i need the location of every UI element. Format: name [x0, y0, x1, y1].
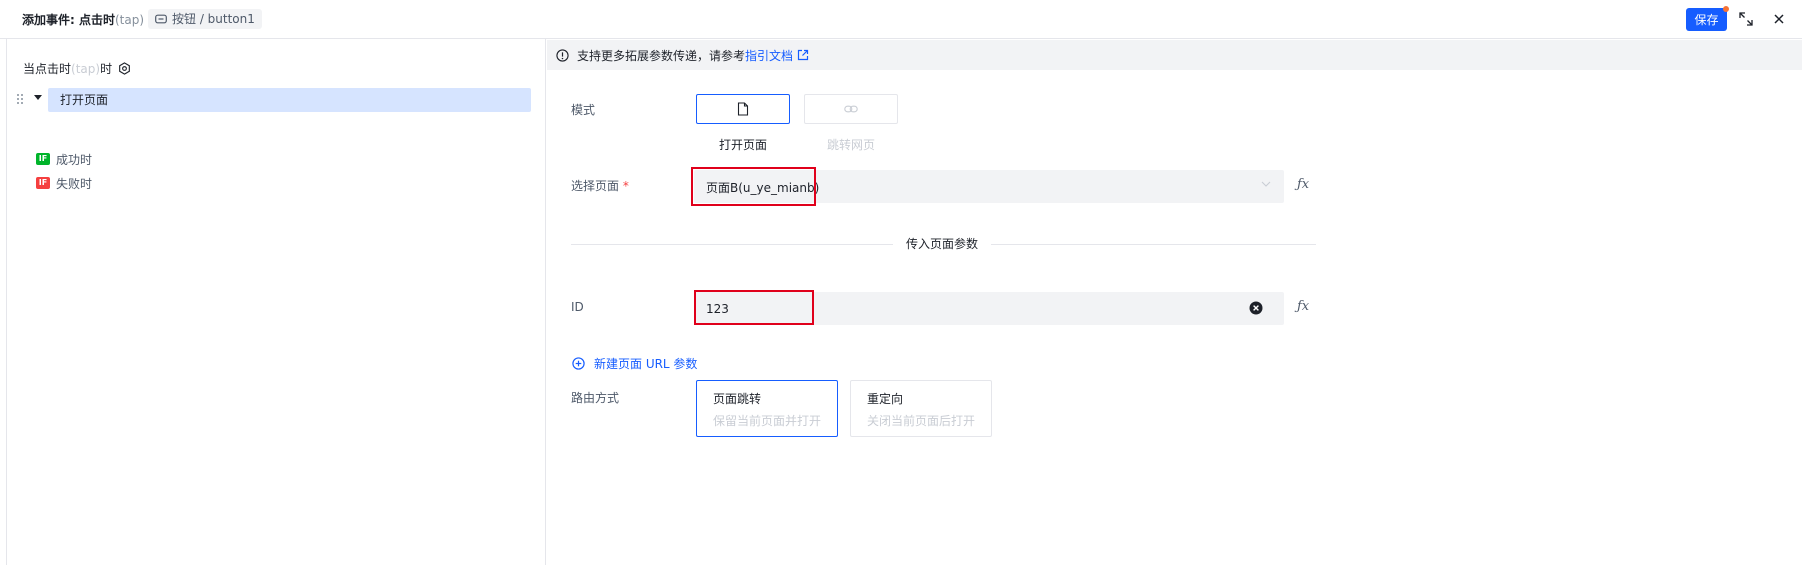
add-url-param-label: 新建页面 URL 参数 [594, 357, 698, 371]
plus-circle-icon [572, 357, 585, 370]
add-url-param-button[interactable]: 新建页面 URL 参数 [572, 355, 697, 372]
if-badge: IF [36, 153, 50, 165]
required-mark: * [622, 179, 629, 193]
select-page-label: 选择页面 * [571, 177, 629, 194]
params-divider-left [571, 244, 893, 245]
component-tag-label: 按钮 / button1 [172, 12, 255, 26]
mode-open-page-card[interactable] [696, 94, 790, 124]
route-redirect-desc: 关闭当前页面后打开 [867, 414, 976, 428]
info-icon [556, 48, 569, 62]
drag-handle-icon[interactable] [16, 93, 24, 105]
dialog-title: 添加事件: 点击时(tap) [22, 11, 144, 28]
route-redirect-title: 重定向 [867, 392, 904, 406]
info-notice: 支持更多拓展参数传递，请参考 指引文档 [547, 40, 1802, 70]
caret-down-icon[interactable] [34, 95, 42, 101]
fx-icon-id[interactable]: ƒx [1297, 299, 1309, 314]
highlight-box-id [694, 290, 814, 325]
fx-icon-page[interactable]: ƒx [1297, 177, 1309, 192]
route-label: 路由方式 [571, 391, 620, 405]
file-icon [737, 102, 749, 116]
dialog-title-text: 添加事件: 点击时 [22, 13, 115, 27]
highlight-box-page [691, 167, 816, 206]
chevron-down-icon [1261, 181, 1271, 187]
mode-web-link-label: 跳转网页 [826, 138, 875, 152]
button-component-icon [155, 14, 167, 24]
action-open-page[interactable]: 打开页面 [48, 88, 531, 112]
clear-icon[interactable] [1249, 301, 1263, 315]
event-tree-panel: 当点击时 (tap) 时 打开页面 IF 成功时 IF 失败时 [7, 39, 546, 565]
params-divider-label: 传入页面参数 [906, 237, 979, 251]
save-button[interactable]: 保存 [1686, 8, 1727, 31]
dialog-title-tap: (tap) [114, 13, 145, 27]
mode-label: 模式 [571, 103, 596, 117]
close-icon[interactable] [1771, 11, 1787, 27]
trigger-label: 当点击时 (tap) 时 [23, 60, 131, 77]
route-navigate-title: 页面跳转 [713, 392, 762, 406]
route-navigate-card[interactable]: 页面跳转 保留当前页面并打开 [696, 380, 838, 437]
mode-web-link-card[interactable] [804, 94, 898, 124]
trigger-text: 当点击时 [23, 62, 72, 76]
guide-doc-link[interactable]: 指引文档 [745, 47, 793, 64]
mode-open-page-label: 打开页面 [718, 138, 767, 152]
if-badge: IF [36, 177, 50, 189]
dialog-header: 添加事件: 点击时(tap) 按钮 / button1 保存 [0, 0, 1802, 39]
trigger-suffix: 时 [100, 62, 113, 76]
branch-success[interactable]: IF 成功时 [36, 151, 92, 167]
expand-icon[interactable] [1738, 11, 1754, 27]
select-page-label-text: 选择页面 [571, 179, 620, 193]
trigger-tap: (tap) [71, 61, 101, 76]
branch-label: 成功时 [56, 152, 93, 167]
id-label: ID [571, 300, 584, 314]
route-redirect-card[interactable]: 重定向 关闭当前页面后打开 [850, 380, 992, 437]
branch-label: 失败时 [56, 176, 93, 191]
link-icon [844, 105, 858, 113]
settings-icon[interactable] [118, 62, 131, 75]
component-tag: 按钮 / button1 [148, 9, 262, 29]
params-divider-right [991, 244, 1316, 245]
branch-failure[interactable]: IF 失败时 [36, 175, 92, 191]
unsaved-dot [1723, 6, 1729, 12]
external-link-icon[interactable] [797, 49, 809, 61]
notice-text: 支持更多拓展参数传递，请参考 [577, 48, 746, 63]
route-navigate-desc: 保留当前页面并打开 [713, 414, 822, 428]
